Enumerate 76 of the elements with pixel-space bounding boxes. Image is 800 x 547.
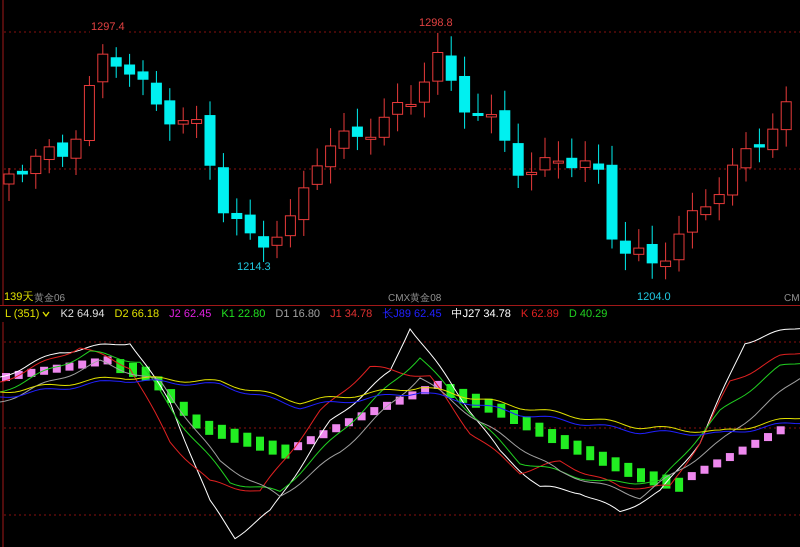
candlestick xyxy=(526,152,538,191)
indicator-value: J2 62.45 xyxy=(169,308,212,320)
candlestick xyxy=(84,76,95,147)
candlestick xyxy=(540,137,550,178)
candlestick xyxy=(660,242,672,280)
period-label: 139天 xyxy=(4,292,34,303)
indicator-value: K 62.89 xyxy=(520,308,559,320)
indicator-value: D2 66.18 xyxy=(114,308,160,320)
candlestick xyxy=(352,108,363,151)
candlestick xyxy=(231,198,242,236)
candlestick xyxy=(110,46,122,78)
price-label: 1298.8 xyxy=(418,18,454,29)
candlestick xyxy=(30,148,42,190)
candlestick xyxy=(312,148,323,190)
candlestick xyxy=(191,105,202,138)
candlestick xyxy=(57,134,68,168)
candlestick xyxy=(392,82,404,132)
candlestick xyxy=(727,148,738,206)
price-label: 1204.0 xyxy=(636,292,672,303)
candlestick xyxy=(700,188,712,221)
contract-label: CMX黄金08 xyxy=(388,294,442,304)
candlestick xyxy=(138,60,148,96)
candlestick xyxy=(150,70,162,112)
candlestick xyxy=(325,128,336,184)
candlestick xyxy=(566,138,578,178)
indicator-value: K1 22.80 xyxy=(221,308,266,320)
candlestick xyxy=(767,112,778,158)
candlestick xyxy=(740,132,752,182)
candlestick xyxy=(258,220,270,264)
candlestick xyxy=(754,128,765,163)
candlestick xyxy=(418,62,430,118)
chevron-down-icon xyxy=(42,311,50,317)
candlestick xyxy=(272,220,282,259)
contract-label: CM xyxy=(784,294,800,304)
indicator-value: 中J27 34.78 xyxy=(452,308,511,320)
candlestick xyxy=(446,36,457,92)
candlestick xyxy=(178,106,189,134)
price-label: 1297.4 xyxy=(90,22,126,33)
candlestick xyxy=(16,164,28,183)
candlestick xyxy=(593,144,604,184)
candlestick xyxy=(365,118,376,156)
price-label: 1214.3 xyxy=(236,262,272,273)
candlestick xyxy=(97,44,108,99)
candlestick xyxy=(244,199,256,240)
candlestick xyxy=(686,192,698,249)
candlestick xyxy=(44,138,55,174)
candlestick xyxy=(580,140,591,183)
indicator-value: K2 64.94 xyxy=(60,308,104,320)
candlestick xyxy=(633,228,644,262)
indicator-value: J1 34.78 xyxy=(330,308,372,320)
candlestick xyxy=(338,112,350,160)
indicator-selector[interactable]: L (351) xyxy=(5,308,50,320)
candlestick xyxy=(4,168,14,202)
candlestick xyxy=(486,94,497,134)
candlestick xyxy=(164,88,176,142)
candlestick xyxy=(646,225,658,280)
contract-label: 黄金06 xyxy=(34,294,66,304)
candlestick xyxy=(499,90,510,152)
candlestick xyxy=(432,32,444,96)
candlestick xyxy=(620,221,631,271)
indicator-value: D 40.29 xyxy=(568,308,608,320)
candlestick xyxy=(298,170,310,236)
indicator-value: D1 16.80 xyxy=(275,308,320,320)
candlestick xyxy=(218,152,229,223)
candlestick xyxy=(124,53,136,88)
candlestick xyxy=(284,198,296,248)
candlestick xyxy=(70,130,82,176)
candlestick xyxy=(552,140,564,180)
candlestick xyxy=(378,98,390,146)
candlestick xyxy=(714,176,725,221)
candlestick xyxy=(780,86,792,148)
indicator-value: 长J89 62.45 xyxy=(382,308,442,320)
candlestick xyxy=(406,84,416,116)
candlestick xyxy=(472,93,484,122)
candlestick xyxy=(674,215,684,272)
candlestick xyxy=(512,123,524,188)
